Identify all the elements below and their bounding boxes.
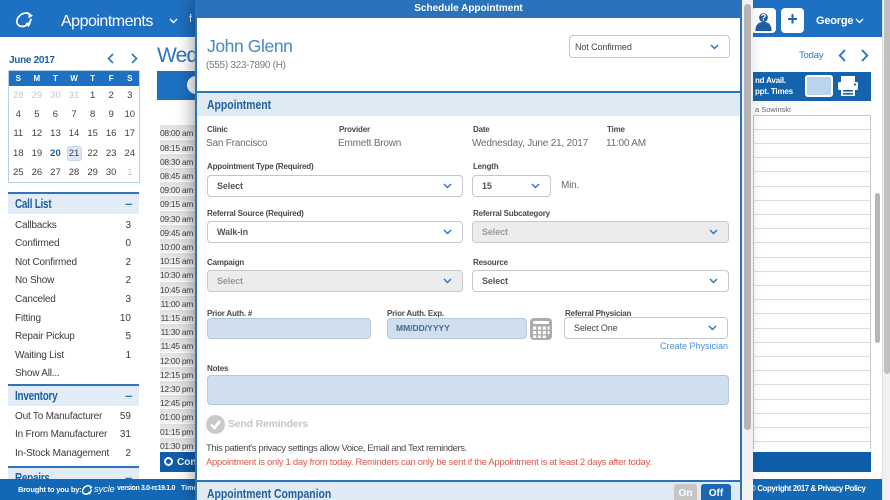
svg-text:?: ? <box>761 13 767 23</box>
